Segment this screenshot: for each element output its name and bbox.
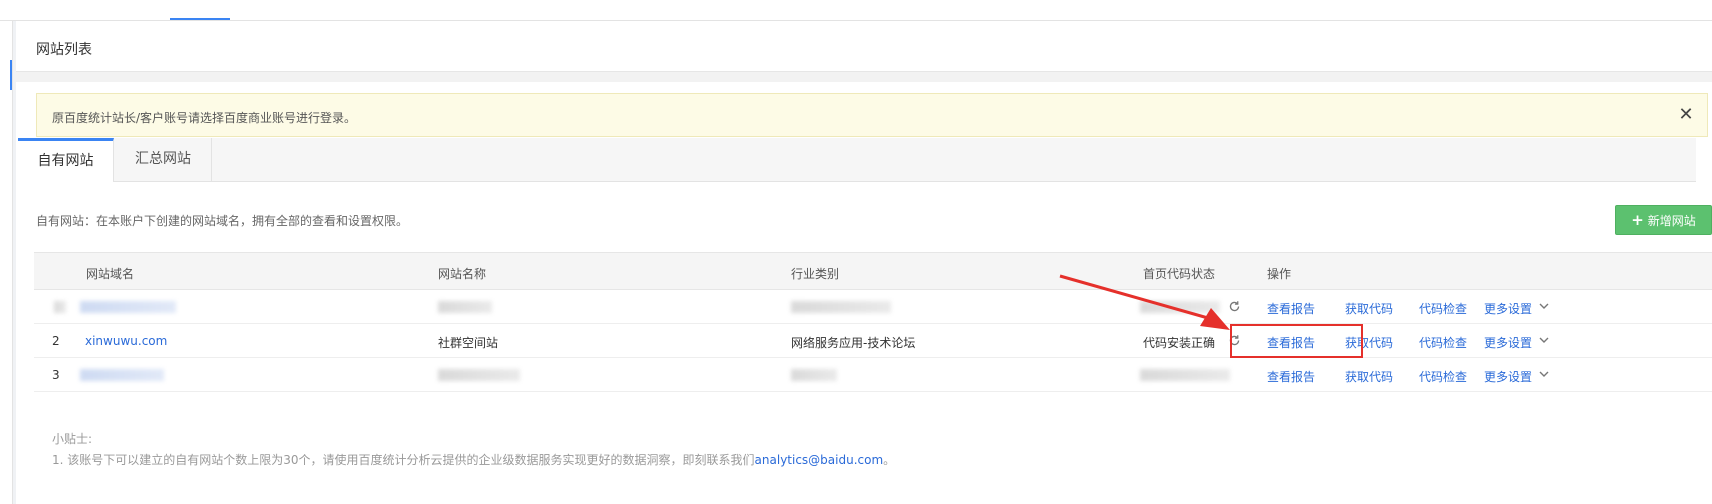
tips-line-end: 。 xyxy=(883,453,896,467)
tips-text: 1. 该账号下可以建立的自有网站个数上限为30个，请使用百度统计分析云提供的企业… xyxy=(52,451,895,468)
tips-line-text: 1. 该账号下可以建立的自有网站个数上限为30个，请使用百度统计分析云提供的企业… xyxy=(52,453,755,467)
annotation-arrow-icon xyxy=(1059,274,1230,330)
tips-title: 小贴士: xyxy=(52,432,93,446)
contact-email-link[interactable]: analytics@baidu.com xyxy=(755,453,884,467)
